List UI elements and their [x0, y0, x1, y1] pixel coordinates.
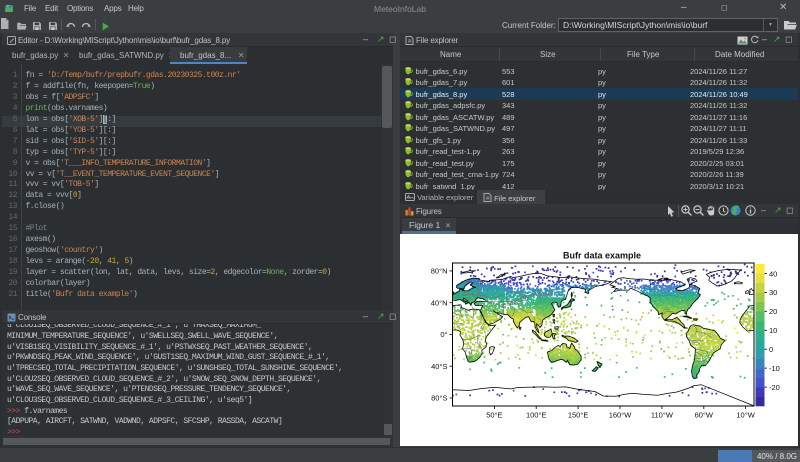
svg-text:40: 40: [769, 269, 777, 278]
svg-text:40°N: 40°N: [431, 298, 448, 307]
svg-text:60°W: 60°W: [695, 411, 714, 420]
svg-text:10: 10: [769, 326, 777, 335]
svg-text:10°W: 10°W: [736, 411, 755, 420]
svg-text:-20: -20: [769, 383, 780, 392]
svg-text:100°E: 100°E: [526, 411, 547, 420]
svg-text:110°W: 110°W: [651, 411, 674, 420]
svg-text:Bufr data example: Bufr data example: [563, 251, 641, 261]
svg-text:160°W: 160°W: [609, 411, 633, 420]
svg-text:0°: 0°: [440, 330, 447, 339]
svg-text:30: 30: [769, 288, 777, 297]
svg-text:20: 20: [769, 307, 777, 316]
svg-text:40°S: 40°S: [431, 362, 447, 371]
svg-text:150°E: 150°E: [568, 411, 589, 420]
svg-text:80°N: 80°N: [431, 267, 448, 276]
svg-text:50°E: 50°E: [486, 411, 502, 420]
svg-text:0: 0: [769, 345, 773, 354]
svg-text:-10: -10: [769, 364, 780, 373]
svg-text:80°S: 80°S: [431, 394, 447, 403]
